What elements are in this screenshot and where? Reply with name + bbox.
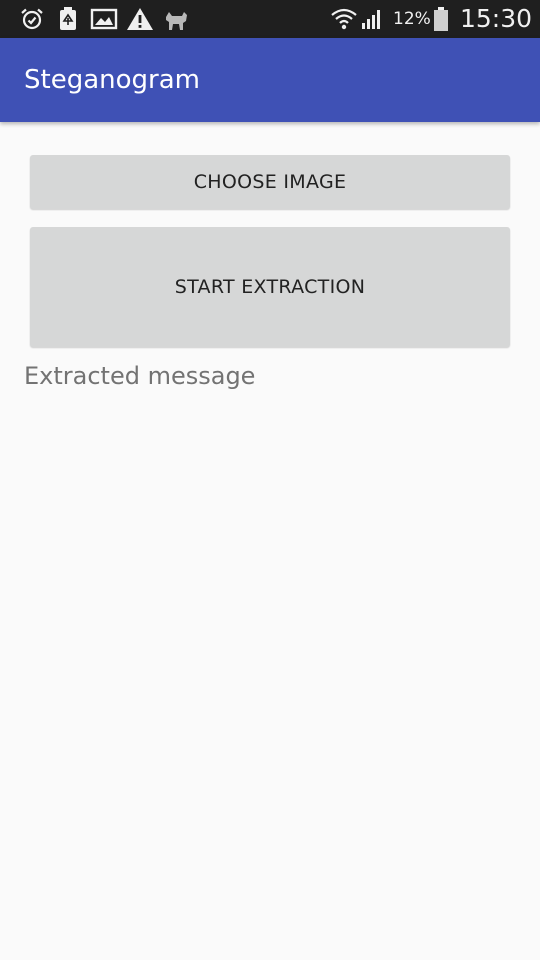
choose-image-button[interactable]: CHOOSE IMAGE (30, 155, 510, 209)
battery-percent: 12% (393, 9, 431, 29)
start-extraction-label: START EXTRACTION (174, 276, 366, 298)
wifi-icon (331, 7, 357, 31)
recycle-icon (58, 7, 78, 31)
app-bar: Steganogram (0, 38, 540, 122)
warning-icon (126, 7, 154, 31)
signal-icon (360, 7, 384, 31)
status-clock: 15:30 (460, 4, 533, 33)
extracted-message-text: Extracted message (24, 362, 256, 390)
battery-icon (432, 7, 450, 31)
start-extraction-button[interactable]: START EXTRACTION (30, 227, 510, 347)
status-bar: 12% 15:30 (0, 0, 540, 38)
choose-image-label: CHOOSE IMAGE (193, 171, 347, 193)
image-icon (90, 7, 118, 31)
alarm-icon (20, 7, 44, 31)
app-title: Steganogram (24, 65, 200, 95)
animal-icon (163, 7, 189, 31)
